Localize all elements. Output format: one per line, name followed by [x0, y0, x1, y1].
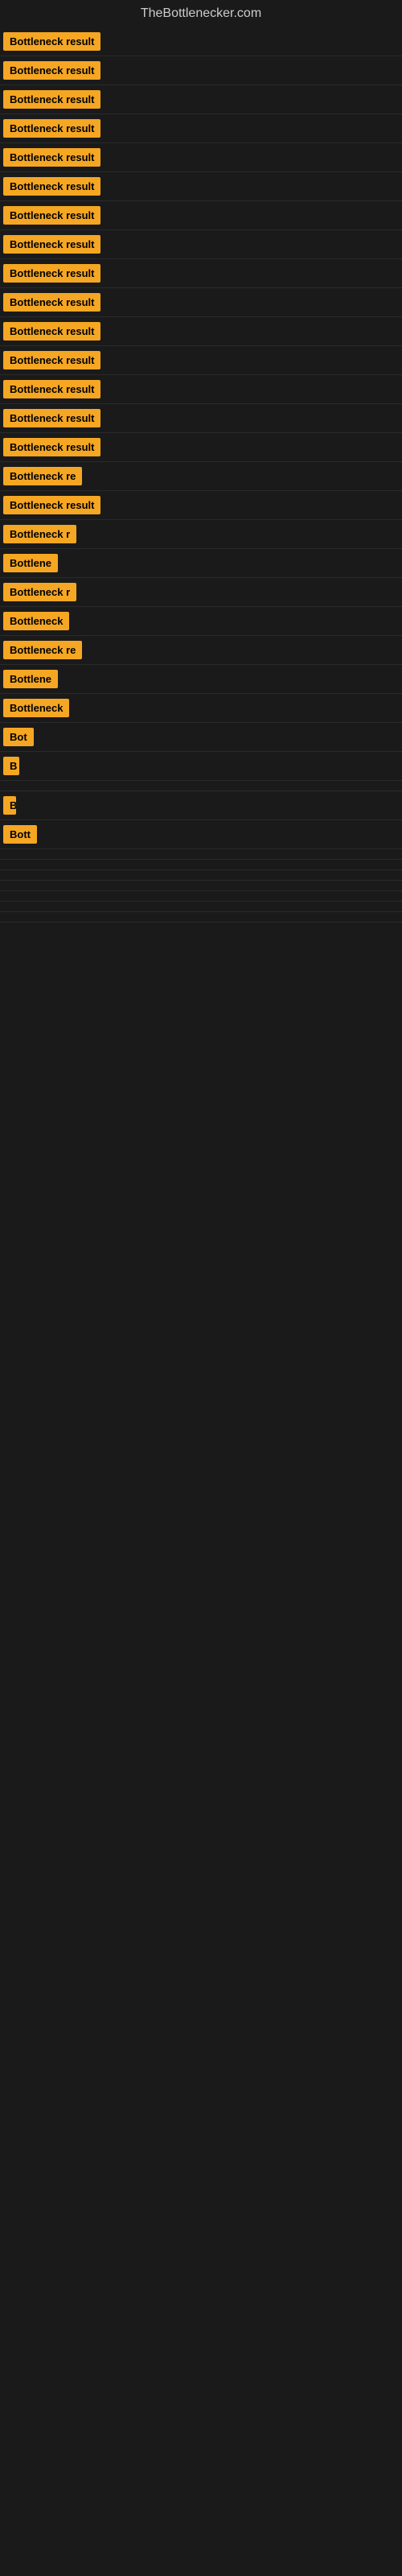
table-row — [0, 912, 402, 923]
table-row — [0, 881, 402, 891]
bottleneck-result-badge[interactable]: Bottleneck result — [3, 148, 100, 167]
bottleneck-result-badge[interactable]: Bott — [3, 825, 37, 844]
table-row: Bottleneck r — [0, 578, 402, 607]
bottleneck-result-badge[interactable]: Bottleneck result — [3, 438, 100, 456]
table-row: Bottleneck result — [0, 56, 402, 85]
table-row: Bottleneck re — [0, 462, 402, 491]
table-row — [0, 781, 402, 791]
bottleneck-result-badge[interactable]: Bot — [3, 728, 34, 746]
table-row: Bottlene — [0, 549, 402, 578]
table-row — [0, 870, 402, 881]
table-row: Bottleneck result — [0, 114, 402, 143]
rows-container: Bottleneck result Bottleneck result Bottle… — [0, 27, 402, 923]
bottleneck-result-badge[interactable]: Bottleneck result — [3, 322, 100, 341]
bottleneck-result-badge[interactable]: Bottleneck result — [3, 380, 100, 398]
table-row: Bottleneck result — [0, 288, 402, 317]
bottleneck-result-badge[interactable]: Bottleneck result — [3, 61, 100, 80]
table-row: B — [0, 752, 402, 781]
bottleneck-result-badge[interactable]: B — [3, 796, 16, 815]
table-row: Bottleneck result — [0, 143, 402, 172]
bottleneck-result-badge[interactable]: Bottleneck — [3, 612, 69, 630]
bottleneck-result-badge[interactable]: Bottleneck — [3, 699, 69, 717]
site-title-text: TheBottlenecker.com — [141, 6, 261, 20]
bottleneck-result-badge[interactable]: Bottleneck result — [3, 264, 100, 283]
table-row — [0, 902, 402, 912]
table-row: Bottleneck result — [0, 491, 402, 520]
bottleneck-result-badge[interactable]: Bottleneck result — [3, 90, 100, 109]
table-row: Bottleneck result — [0, 172, 402, 201]
table-row: Bott — [0, 820, 402, 849]
bottleneck-result-badge[interactable]: Bottlene — [3, 554, 58, 572]
table-row: Bottleneck — [0, 607, 402, 636]
table-row — [0, 891, 402, 902]
bottleneck-result-badge[interactable]: Bottleneck re — [3, 467, 82, 485]
table-row — [0, 860, 402, 870]
table-row: Bottlene — [0, 665, 402, 694]
table-row: Bottleneck result — [0, 230, 402, 259]
table-row: Bottleneck result — [0, 27, 402, 56]
table-row — [0, 849, 402, 860]
table-row: Bottleneck — [0, 694, 402, 723]
table-row: B — [0, 791, 402, 820]
bottleneck-result-badge[interactable]: Bottleneck result — [3, 409, 100, 427]
bottleneck-result-badge[interactable]: Bottleneck r — [3, 583, 76, 601]
table-row: Bottleneck result — [0, 375, 402, 404]
table-row: Bottleneck result — [0, 404, 402, 433]
table-row: Bottleneck result — [0, 259, 402, 288]
table-row: Bottleneck result — [0, 346, 402, 375]
bottleneck-result-badge[interactable]: Bottleneck re — [3, 641, 82, 659]
bottleneck-result-badge[interactable]: Bottleneck result — [3, 119, 100, 138]
bottleneck-result-badge[interactable]: B — [3, 757, 19, 775]
bottleneck-result-badge[interactable]: Bottleneck result — [3, 177, 100, 196]
table-row: Bottleneck r — [0, 520, 402, 549]
bottleneck-result-badge[interactable]: Bottleneck result — [3, 496, 100, 514]
site-header: TheBottlenecker.com — [0, 0, 402, 27]
bottleneck-result-badge[interactable]: Bottleneck result — [3, 351, 100, 369]
bottleneck-result-badge[interactable]: Bottleneck result — [3, 235, 100, 254]
table-row: Bottleneck result — [0, 85, 402, 114]
table-row: Bottleneck result — [0, 433, 402, 462]
table-row: Bottleneck re — [0, 636, 402, 665]
table-row: Bottleneck result — [0, 317, 402, 346]
bottleneck-result-badge[interactable]: Bottleneck result — [3, 32, 100, 51]
table-row: Bottleneck result — [0, 201, 402, 230]
bottleneck-result-badge[interactable]: Bottleneck r — [3, 525, 76, 543]
bottleneck-result-badge[interactable]: Bottlene — [3, 670, 58, 688]
bottleneck-result-badge[interactable]: Bottleneck result — [3, 206, 100, 225]
bottleneck-result-badge[interactable]: Bottleneck result — [3, 293, 100, 312]
table-row: Bot — [0, 723, 402, 752]
